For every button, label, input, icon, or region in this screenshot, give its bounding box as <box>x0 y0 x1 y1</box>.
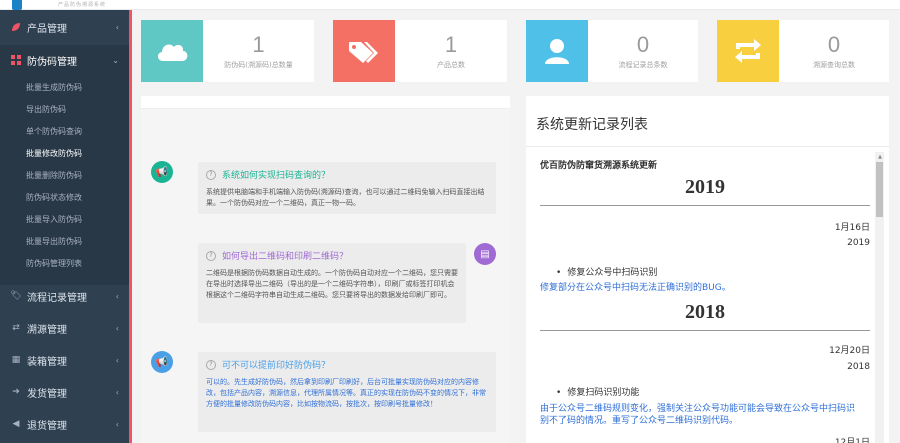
entry-date: 12月20日 <box>829 346 870 356</box>
tag-icon <box>333 20 395 82</box>
sidebar-item-label: 防伪码管理 <box>27 56 77 68</box>
sidebar-item-label: 退货管理 <box>27 420 67 432</box>
divider <box>540 330 870 331</box>
sidebar-item-shipping[interactable]: ➔ 发货管理 ‹ <box>0 377 129 407</box>
sidebar-item-label: 产品管理 <box>27 23 67 35</box>
submenu-item[interactable]: 防伪码管理列表 <box>0 252 129 274</box>
faq-item: ? 可不可以提前印好防伪码？ 可以的。先生成好防伪码，然后拿到印刷厂印刷好，后台可… <box>198 352 496 432</box>
stat-value: 1 <box>444 32 458 57</box>
sidebar-item-label: 溯源管理 <box>27 324 67 336</box>
submenu-item[interactable]: 批量修改防伪码 <box>0 142 129 164</box>
update-item: 修复公众号中扫码识别 <box>556 265 657 278</box>
changelog-scroll-area[interactable]: 优百防伪防窜货溯源系统更新 2019 1月16日 2019 修复公众号中扫码识别… <box>534 152 884 443</box>
faq-item: ? 如何导出二维码和印刷二维码？ 二维码是根据防伪码数据自动生成的。一个防伪码自动… <box>198 243 466 323</box>
faq-question[interactable]: ? 可不可以提前印好防伪码？ <box>206 358 488 371</box>
stat-value: 0 <box>636 32 650 57</box>
stat-value: 1 <box>252 32 265 57</box>
tag-icon: 🏷 <box>10 291 22 301</box>
sidebar-item-product[interactable]: 产品管理 ‹ <box>0 12 129 42</box>
faq-answer: 系统提供电脑端和手机端输入防伪码(溯源码)查询，也可以通过二维码免输入扫码直接出… <box>206 188 485 207</box>
stat-card-products: 1 产品总数 <box>333 20 507 82</box>
divider <box>540 205 870 206</box>
faq-answer: 二维码是根据防伪码数据自动生成的。一个防伪码自动对应一个二维码，您只需要在导出时… <box>206 269 458 299</box>
entry-year: 2018 <box>847 362 870 372</box>
entry-year: 2019 <box>847 238 870 248</box>
submenu-item[interactable]: 批量导入防伪码 <box>0 208 129 230</box>
document-icon: ▤ <box>474 243 496 265</box>
year-title: 2019 <box>685 176 725 198</box>
top-bar: 产品防伪溯源系统 <box>0 0 900 10</box>
faq-question[interactable]: ? 系统如何实现扫码查询的？ <box>206 168 488 181</box>
submenu-item[interactable]: 防伪码状态修改 <box>0 186 129 208</box>
stat-label: 流程记录总条数 <box>618 61 668 69</box>
stat-card-records: 0 流程记录总条数 <box>526 20 698 82</box>
stat-value: 0 <box>827 32 841 57</box>
stat-card-codes: 1 防伪码(溯源码)总数量 <box>141 20 314 82</box>
stat-card-queries: 0 溯源查询总数 <box>717 20 889 82</box>
update-note: 由于公众号二维码规则变化，强制关注公众号功能可能会导致在公众号中扫码识别不了码的… <box>540 404 856 426</box>
chevron-left-icon: ‹ <box>115 419 119 429</box>
submenu-item[interactable]: 批量生成防伪码 <box>0 76 129 98</box>
submenu-item[interactable]: 批量导出防伪码 <box>0 230 129 252</box>
faq-panel: 📢 ? 系统如何实现扫码查询的？ 系统提供电脑端和手机端输入防伪码(溯源码)查询，… <box>141 96 510 443</box>
question-icon: ? <box>206 250 216 261</box>
sidebar-item-returns[interactable]: ◀ 退货管理 ‹ <box>0 409 129 439</box>
update-note: 修复部分在公众号中扫码无法正确识别的BUG。 <box>540 283 731 293</box>
year-title: 2018 <box>685 301 725 323</box>
megaphone-icon: 📢 <box>151 351 173 373</box>
sidebar-item-anticounterfeit[interactable]: 防伪码管理 ⌄ <box>0 45 129 75</box>
user-icon <box>526 20 588 82</box>
entry-date: 12月1日 <box>834 438 870 443</box>
sidebar-item-trace[interactable]: ⇄ 溯源管理 ‹ <box>0 313 129 343</box>
question-icon: ? <box>206 359 216 370</box>
chevron-down-icon: ⌄ <box>112 55 119 65</box>
sidebar-item-label: 发货管理 <box>27 388 67 400</box>
brand-logo <box>12 0 22 10</box>
chevron-left-icon: ‹ <box>115 387 119 397</box>
chevron-left-icon: ‹ <box>115 22 119 32</box>
changelog-heading: 优百防伪防窜货溯源系统更新 <box>540 161 658 171</box>
stat-label: 防伪码(溯源码)总数量 <box>224 61 293 69</box>
grid-icon <box>11 55 21 65</box>
stat-label: 溯源查询总数 <box>813 61 855 69</box>
brand-subtitle: 产品防伪溯源系统 <box>58 2 107 8</box>
faq-item: ? 系统如何实现扫码查询的？ 系统提供电脑端和手机端输入防伪码(溯源码)查询，也可… <box>198 162 496 214</box>
sidebar-item-process[interactable]: 🏷 流程记录管理 ‹ <box>0 281 129 311</box>
retweet-icon <box>717 20 779 82</box>
update-item: 修复扫码识别功能 <box>556 385 639 398</box>
chevron-left-icon: ‹ <box>115 355 119 365</box>
arrow-left-circle-icon: ◀ <box>12 419 20 429</box>
megaphone-icon: 📢 <box>151 161 173 183</box>
scrollbar[interactable]: ▲ <box>875 152 884 443</box>
changelog-panel: 系统更新记录列表 优百防伪防窜货溯源系统更新 2019 1月16日 2019 修… <box>526 96 889 443</box>
changelog-title: 系统更新记录列表 <box>536 117 648 133</box>
question-icon: ? <box>206 169 216 180</box>
retweet-icon: ⇄ <box>12 323 20 333</box>
sidebar: 产品管理 ‹ 防伪码管理 ⌄ 批量生成防伪码 导出防伪码 单个防伪码查询 批量修… <box>0 10 132 443</box>
submenu-item[interactable]: 单个防伪码查询 <box>0 120 129 142</box>
sidebar-item-label: 流程记录管理 <box>27 292 87 304</box>
cloud-icon <box>141 20 203 82</box>
submenu-item[interactable]: 批量删除防伪码 <box>0 164 129 186</box>
sidebar-item-label: 装箱管理 <box>27 356 67 368</box>
submenu-item[interactable]: 导出防伪码 <box>0 98 129 120</box>
chevron-left-icon: ‹ <box>115 291 119 301</box>
divider <box>526 146 889 147</box>
entry-date: 1月16日 <box>834 223 870 233</box>
scrollbar-thumb[interactable] <box>876 162 883 217</box>
scroll-up-icon[interactable]: ▲ <box>878 154 882 160</box>
sidebar-item-packing[interactable]: ▦ 装箱管理 ‹ <box>0 345 129 375</box>
stat-label: 产品总数 <box>437 61 465 69</box>
leaf-icon <box>11 22 21 32</box>
th-icon: ▦ <box>11 355 21 365</box>
chevron-left-icon: ‹ <box>115 323 119 333</box>
faq-question[interactable]: ? 如何导出二维码和印刷二维码？ <box>206 249 458 262</box>
arrow-right-circle-icon: ➔ <box>12 387 20 397</box>
faq-answer: 可以的。先生成好防伪码，然后拿到印刷厂印刷好，后台可批量实现防伪码对应的内容修改… <box>206 378 486 408</box>
